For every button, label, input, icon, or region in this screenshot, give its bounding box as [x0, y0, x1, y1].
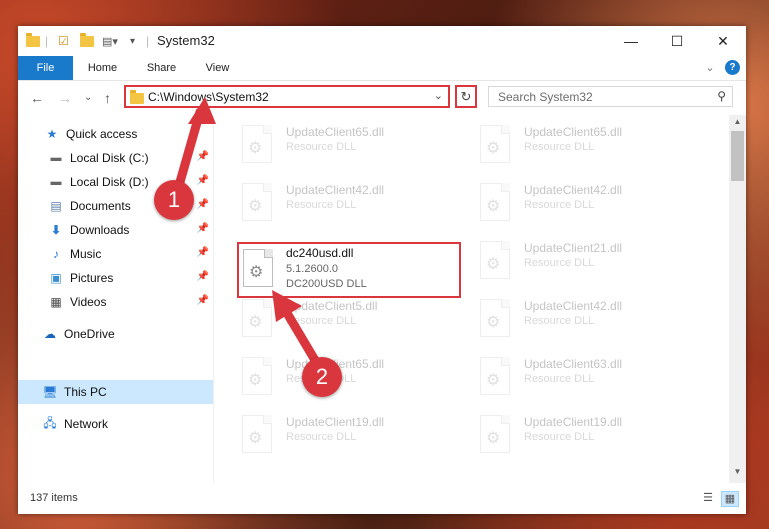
- callout-arrows: [171, 97, 327, 377]
- callout-badge-2: 2: [302, 357, 342, 397]
- callout-badge-1: 1: [154, 180, 194, 220]
